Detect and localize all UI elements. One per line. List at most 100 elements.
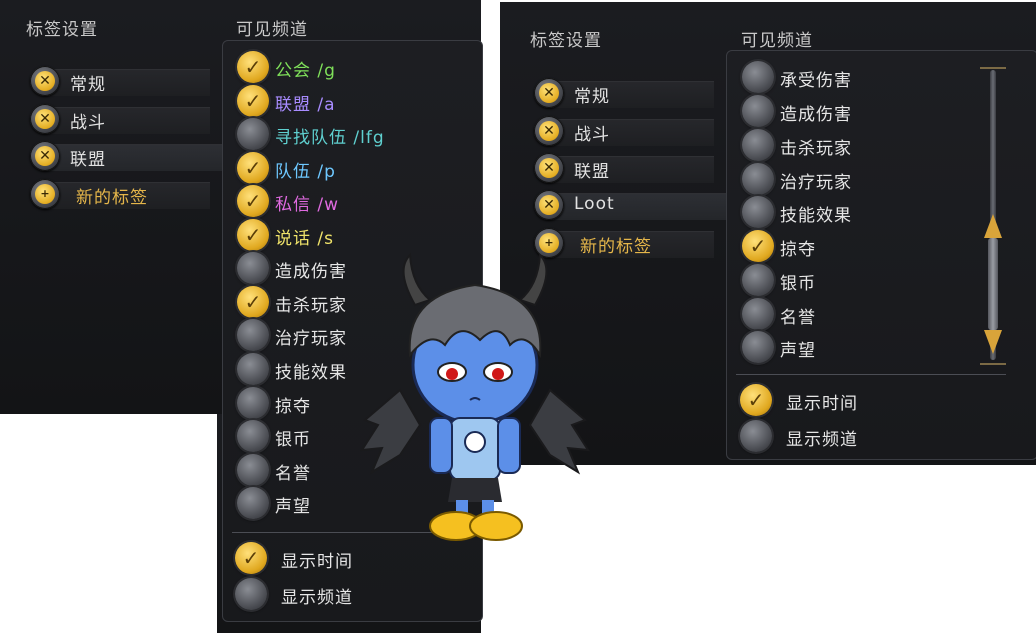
channel-label: 公会 /g [275,61,336,81]
scroll-up-arrow-icon[interactable] [984,214,1002,238]
checkbox[interactable] [237,118,269,150]
channel-label: 治疗玩家 [780,173,852,193]
checkbox[interactable] [740,420,772,452]
channel-row-player-kills[interactable]: 击杀玩家 [742,129,942,161]
tab-label: 新的标签 [580,237,652,257]
close-icon[interactable]: ✕ [534,116,564,146]
channel-label: 造成伤害 [275,262,347,282]
channel-label: 治疗玩家 [275,329,347,349]
checkbox[interactable] [742,298,774,330]
tab-label: 常规 [574,87,610,107]
checkbox[interactable] [237,353,269,385]
tab-label: 战斗 [574,125,610,145]
tab-general[interactable]: ✕ 常规 [534,78,724,110]
checkbox[interactable] [742,196,774,228]
channel-label: 掠夺 [275,397,311,417]
tab-settings-heading: 标签设置 [530,31,602,51]
channel-row-guild[interactable]: ✓ 公会 /g [237,51,457,83]
checkbox[interactable] [237,487,269,519]
checkbox[interactable]: ✓ [237,85,269,117]
scrollbar-top-cap [980,67,1006,69]
checkbox[interactable] [237,319,269,351]
visible-channels-heading: 可见频道 [741,31,813,51]
channel-label: 声望 [275,497,311,517]
visible-channels-heading: 可见频道 [236,20,308,40]
checkbox[interactable] [742,61,774,93]
tab-alliance[interactable]: ✕ 联盟 [30,141,230,173]
checkbox[interactable]: ✓ [237,51,269,83]
channel-row-skill-effects[interactable]: 技能效果 [742,196,942,228]
scrollbar-bottom-cap [980,363,1006,365]
close-icon[interactable]: ✕ [534,153,564,183]
channel-label: 击杀玩家 [780,139,852,159]
channel-label: 寻找队伍 /lfg [275,128,385,148]
channel-row-party[interactable]: ✓ 队伍 /p [237,152,457,184]
tab-general[interactable]: ✕ 常规 [30,66,220,98]
close-icon[interactable]: ✕ [30,141,60,171]
checkbox[interactable]: ✓ [237,152,269,184]
channel-row-silver[interactable]: 银币 [742,264,942,296]
option-show-channel[interactable]: 显示频道 [235,578,465,610]
channel-row-whisper[interactable]: ✓ 私信 /w [237,185,457,217]
checkbox[interactable] [742,129,774,161]
channel-row-say[interactable]: ✓ 说话 /s [237,219,457,251]
scrollbar-thumb[interactable] [988,238,998,330]
checkbox[interactable]: ✓ [235,542,267,574]
plus-icon[interactable]: + [30,179,60,209]
option-label: 显示频道 [786,430,858,450]
tab-plate [44,107,210,134]
checkbox[interactable] [235,578,267,610]
channel-row-reputation[interactable]: 声望 [742,331,942,363]
scroll-down-arrow-icon[interactable] [984,330,1002,354]
channel-row-loot[interactable]: ✓ 掠夺 [742,230,942,262]
checkbox[interactable]: ✓ [742,230,774,262]
option-show-channel[interactable]: 显示频道 [740,420,970,452]
checkbox[interactable] [237,454,269,486]
channel-label: 造成伤害 [780,105,852,125]
tab-label: 常规 [70,75,106,95]
tab-combat[interactable]: ✕ 战斗 [30,104,220,136]
checkbox[interactable]: ✓ [237,185,269,217]
channel-label: 说话 /s [275,229,334,249]
tab-alliance[interactable]: ✕ 联盟 [534,153,724,185]
channel-label: 声望 [780,341,816,361]
checkbox[interactable] [742,163,774,195]
option-label: 显示频道 [281,588,353,608]
checkbox[interactable] [237,387,269,419]
channel-row-honor[interactable]: 名誉 [742,298,942,330]
checkbox[interactable] [742,95,774,127]
channel-row-lfg[interactable]: 寻找队伍 /lfg [237,118,457,150]
tab-plate [548,119,714,146]
channel-label: 联盟 /a [275,95,336,115]
close-icon[interactable]: ✕ [534,78,564,108]
channel-row-healing[interactable]: 治疗玩家 [742,163,942,195]
checkbox[interactable] [742,331,774,363]
channel-row-damage-taken[interactable]: 承受伤害 [742,61,942,93]
tab-combat[interactable]: ✕ 战斗 [534,116,724,148]
checkbox[interactable]: ✓ [237,286,269,318]
checkbox[interactable] [237,252,269,284]
channel-row-alliance[interactable]: ✓ 联盟 /a [237,85,457,117]
tab-label: 联盟 [70,150,106,170]
channel-label: 承受伤害 [780,71,852,91]
tab-new[interactable]: + 新的标签 [30,179,220,211]
tab-plate [548,81,714,108]
checkbox[interactable]: ✓ [740,384,772,416]
tab-settings-heading: 标签设置 [26,20,98,40]
channel-label: 名誉 [780,308,816,328]
option-show-time[interactable]: ✓ 显示时间 [740,384,970,416]
close-icon[interactable]: ✕ [534,190,564,220]
channel-label: 击杀玩家 [275,296,347,316]
checkbox[interactable]: ✓ [237,219,269,251]
tab-label: 联盟 [574,162,610,182]
tab-loot[interactable]: ✕ Loot [534,190,734,222]
checkbox[interactable] [237,420,269,452]
channel-label: 私信 /w [275,195,340,215]
close-icon[interactable]: ✕ [30,66,60,96]
channel-label: 技能效果 [780,206,852,226]
tab-label: Loot [574,194,615,214]
checkbox[interactable] [742,264,774,296]
channel-label: 技能效果 [275,363,347,383]
channel-row-damage-done[interactable]: 造成伤害 [742,95,942,127]
close-icon[interactable]: ✕ [30,104,60,134]
